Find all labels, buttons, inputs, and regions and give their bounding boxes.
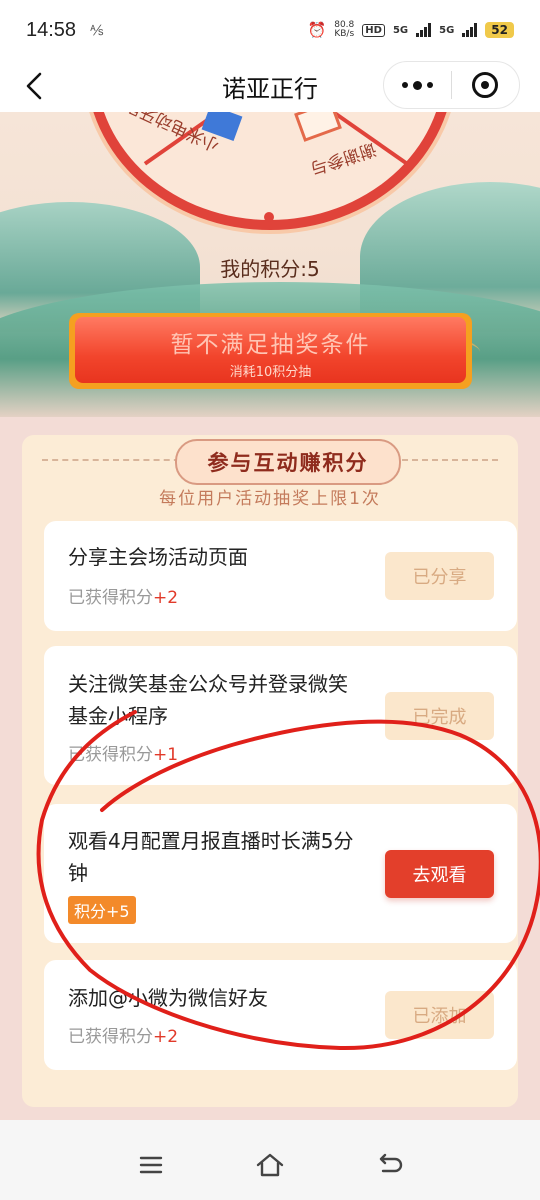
status-time: 14:58 [26, 18, 77, 41]
draw-button-label: 暂不满足抽奖条件 [170, 332, 371, 358]
status-bar: 14:58 ⅍ ⏰ 80.8 KB/s HD 5G 5G 52 [0, 0, 540, 60]
more-dots-icon [402, 80, 433, 90]
status-icons: ⏰ 80.8 KB/s HD 5G 5G 52 [308, 21, 514, 39]
return-icon [379, 1153, 403, 1173]
task-earned: 已获得积分+1 [68, 745, 179, 765]
title-divider [42, 459, 190, 461]
battery-indicator: 52 [485, 22, 514, 38]
menu-button[interactable] [136, 1150, 166, 1180]
miniprogram-capsule [383, 61, 520, 109]
limit-note: 每位用户活动抽奖上限1次 [159, 489, 381, 509]
task-status-button[interactable]: 已完成 [385, 692, 494, 740]
task-name: 观看4月配置月报直播时长满5分钟 [68, 829, 354, 885]
close-button[interactable] [452, 62, 519, 108]
hd-badge: HD [362, 23, 385, 37]
task-name: 分享主会场活动页面 [68, 545, 248, 569]
return-button[interactable] [375, 1150, 405, 1180]
more-button[interactable] [384, 62, 451, 108]
chevron-left-icon [26, 72, 42, 100]
task-card: 观看4月配置月报直播时长满5分钟 积分+5 去观看 [44, 804, 517, 943]
task-name: 添加@小微为微信好友 [68, 986, 268, 1010]
task-earned: 已获得积分+2 [68, 588, 179, 608]
task-name: 关注微笑基金公众号并登录微笑基金小程序 [68, 672, 348, 728]
net-speed: 80.8 KB/s [334, 20, 355, 39]
task-earned: 已获得积分+2 [68, 1027, 179, 1047]
task-card: 分享主会场活动页面 已获得积分+2 已分享 [44, 521, 517, 631]
home-button[interactable] [255, 1150, 285, 1180]
watch-button[interactable]: 去观看 [385, 850, 494, 898]
system-nav-bar [0, 1120, 540, 1200]
points-chip: 积分+5 [68, 896, 136, 924]
task-status-button[interactable]: 已添加 [385, 991, 494, 1039]
sim1-label: 5G [392, 24, 409, 36]
section-title-badge: 参与互动赚积分 [175, 439, 401, 485]
task-card: 添加@小微为微信好友 已获得积分+2 已添加 [44, 960, 517, 1070]
draw-button-sublabel: 消耗10积分抽 [229, 365, 312, 380]
title-divider [402, 459, 498, 461]
tasks-panel: 参与互动赚积分 每位用户活动抽奖上限1次 分享主会场活动页面 已获得积分+2 已… [22, 435, 518, 1107]
home-icon [256, 1153, 284, 1177]
sim2-label: 5G [439, 24, 455, 36]
task-card: 关注微笑基金公众号并登录微笑基金小程序 已获得积分+1 已完成 [44, 646, 517, 785]
target-close-icon [472, 72, 499, 98]
task-status-button[interactable]: 已分享 [385, 552, 494, 600]
alarm-icon: ⏰ [307, 21, 327, 39]
section-title: 参与互动赚积分 [207, 451, 369, 475]
wheel-pin [264, 212, 274, 222]
my-points: 我的积分:5 [220, 257, 320, 281]
vpn-icon: ⅍ [90, 22, 104, 39]
draw-button-face: 暂不满足抽奖条件 消耗10积分抽 [75, 317, 466, 383]
title-bar: 诺亚正行 [0, 60, 540, 112]
signal-icon [462, 23, 478, 37]
draw-button[interactable]: 暂不满足抽奖条件 消耗10积分抽 [69, 313, 472, 389]
back-button[interactable] [18, 68, 54, 104]
signal-icon [416, 23, 432, 37]
menu-icon [139, 1156, 163, 1174]
